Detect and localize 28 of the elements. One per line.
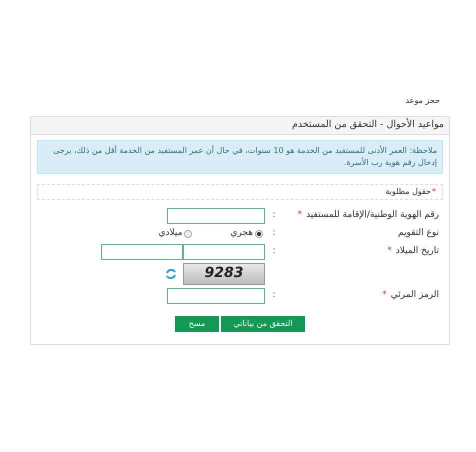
field-label: الرمز المرئي (390, 288, 439, 302)
breadcrumb[interactable]: حجز موعد (406, 95, 440, 107)
date-field[interactable] (183, 244, 265, 260)
colon: : (271, 244, 277, 258)
required-asterisk-text: * (387, 244, 392, 258)
text-field[interactable] (167, 208, 265, 224)
note-box: ملاحظة: العمر الأدنى للمستفيد من الخدمة هو 10 سنوات، في حال أن عمر المستفيد من الخدمة أقل من ذلك، يرجى إدخال رقم هوية رب الأسرة. (37, 140, 443, 174)
refresh-icon[interactable] (165, 268, 177, 280)
colon: : (271, 288, 277, 302)
verify-button[interactable]: التحقق من بياناتي (221, 316, 305, 332)
captcha-image: 9283 (183, 262, 265, 284)
required-asterisk-text: * (432, 186, 436, 198)
field-label: رقم الهوية الوطنية/الإقامة للمستفيد (306, 209, 439, 222)
required-asterisk-text: * (298, 209, 302, 222)
colon: : (271, 227, 277, 240)
clear-button[interactable]: مسح (175, 316, 219, 332)
radio-icon[interactable] (184, 230, 192, 238)
field-label: نوع التقويم (398, 227, 439, 240)
radio-option[interactable]: ميلادي (158, 227, 192, 240)
radio-icon[interactable] (255, 230, 263, 238)
required-asterisk-text: * (382, 288, 387, 302)
colon: : (271, 209, 277, 222)
field-label: تاريخ الميلاد (396, 244, 439, 258)
required-legend: حقول مطلوبة (385, 186, 431, 198)
radio-option[interactable]: هجري (230, 227, 263, 240)
date-field[interactable] (101, 244, 183, 260)
panel-title: مواعيد الأحوال - التحقق من المستخدم (292, 118, 444, 132)
text-field[interactable] (167, 288, 265, 304)
